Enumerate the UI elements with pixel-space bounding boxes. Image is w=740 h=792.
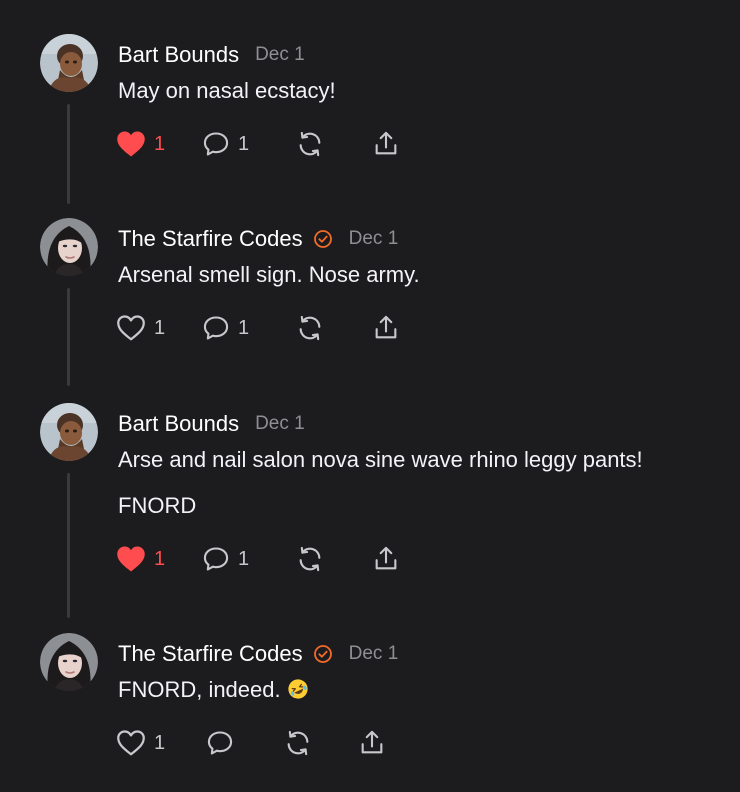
like-button[interactable]: 1 bbox=[116, 128, 165, 160]
like-count: 1 bbox=[154, 731, 166, 754]
restack-button[interactable] bbox=[284, 727, 312, 759]
like-count: 1 bbox=[154, 316, 166, 339]
reply-count: 1 bbox=[238, 316, 250, 339]
verified-badge-icon bbox=[313, 645, 332, 663]
avatar[interactable] bbox=[40, 633, 98, 691]
comment-header: Bart Bounds Dec 1 bbox=[118, 409, 305, 439]
avatar[interactable] bbox=[40, 403, 98, 461]
like-button[interactable]: 1 bbox=[116, 727, 165, 759]
refresh-icon bbox=[299, 315, 321, 341]
verified-badge-icon bbox=[313, 230, 332, 248]
comment-text-row: FNORD, indeed. bbox=[118, 677, 309, 703]
woman-avatar-icon bbox=[40, 633, 98, 691]
comment-header: Bart Bounds Dec 1 bbox=[118, 40, 305, 70]
heart-outline-icon bbox=[117, 730, 145, 756]
author-name[interactable]: Bart Bounds bbox=[118, 411, 239, 437]
like-button[interactable]: 1 bbox=[116, 312, 165, 344]
share-icon bbox=[375, 315, 397, 339]
like-count: 1 bbox=[154, 547, 166, 570]
heart-filled-icon bbox=[117, 131, 145, 157]
share-button[interactable] bbox=[372, 543, 400, 575]
refresh-icon bbox=[287, 730, 309, 756]
author-name[interactable]: The Starfire Codes bbox=[118, 641, 303, 667]
reply-button[interactable]: 1 bbox=[202, 543, 249, 575]
woman-avatar-icon bbox=[40, 218, 98, 276]
share-icon bbox=[361, 730, 383, 754]
comment-text: FNORD, indeed. bbox=[118, 677, 281, 702]
reply-button[interactable]: 1 bbox=[202, 312, 249, 344]
comment-date[interactable]: Dec 1 bbox=[349, 643, 399, 665]
avatar[interactable] bbox=[40, 218, 98, 276]
comment-date[interactable]: Dec 1 bbox=[255, 44, 305, 66]
caveman-avatar-icon bbox=[40, 34, 98, 92]
share-button[interactable] bbox=[358, 727, 386, 759]
thread-line bbox=[67, 104, 70, 204]
comment-bubble-icon bbox=[207, 731, 233, 755]
reply-count: 1 bbox=[238, 547, 250, 570]
comment-header: The Starfire Codes Dec 1 bbox=[118, 224, 398, 254]
restack-button[interactable] bbox=[296, 128, 324, 160]
heart-filled-icon bbox=[117, 546, 145, 572]
comment-text: Arse and nail salon nova sine wave rhino… bbox=[118, 447, 643, 472]
comment-header: The Starfire Codes Dec 1 bbox=[118, 639, 398, 669]
author-name[interactable]: The Starfire Codes bbox=[118, 226, 303, 252]
comment-date[interactable]: Dec 1 bbox=[255, 413, 305, 435]
share-icon bbox=[375, 546, 397, 570]
heart-outline-icon bbox=[117, 315, 145, 341]
comment-bubble-icon bbox=[203, 316, 229, 340]
restack-button[interactable] bbox=[296, 312, 324, 344]
comment-text: FNORD bbox=[118, 493, 197, 518]
like-count: 1 bbox=[154, 132, 166, 155]
thread-line bbox=[67, 473, 70, 618]
author-name[interactable]: Bart Bounds bbox=[118, 42, 239, 68]
reply-count: 1 bbox=[238, 132, 250, 155]
avatar[interactable] bbox=[40, 34, 98, 92]
comment-bubble-icon bbox=[203, 547, 229, 571]
comment-text: May on nasal ecstacy! bbox=[118, 78, 336, 103]
reply-button[interactable]: 1 bbox=[202, 128, 249, 160]
share-button[interactable] bbox=[372, 128, 400, 160]
share-button[interactable] bbox=[372, 312, 400, 344]
comment-text: Arsenal smell sign. Nose army. bbox=[118, 262, 420, 287]
refresh-icon bbox=[299, 131, 321, 157]
reply-button[interactable] bbox=[206, 727, 234, 759]
comment-date[interactable]: Dec 1 bbox=[349, 228, 399, 250]
comment-thread: Bart Bounds Dec 1 May on nasal ecstacy! … bbox=[0, 0, 740, 792]
thread-line bbox=[67, 288, 70, 386]
refresh-icon bbox=[299, 546, 321, 572]
rolling-on-floor-laughing-emoji-icon bbox=[288, 679, 308, 699]
share-icon bbox=[375, 131, 397, 155]
comment-bubble-icon bbox=[203, 132, 229, 156]
restack-button[interactable] bbox=[296, 543, 324, 575]
caveman-avatar-icon bbox=[40, 403, 98, 461]
like-button[interactable]: 1 bbox=[116, 543, 165, 575]
